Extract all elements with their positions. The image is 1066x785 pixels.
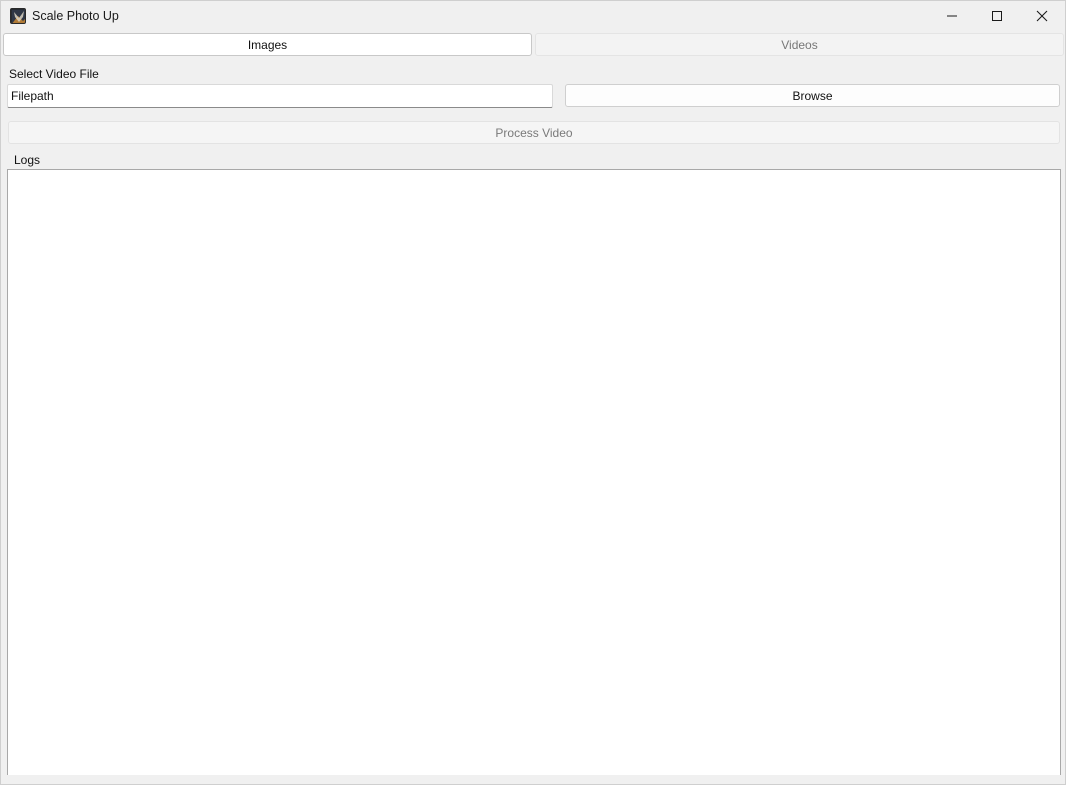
minimize-button[interactable] (929, 1, 975, 31)
browse-button[interactable]: Browse (565, 84, 1060, 107)
minimize-icon (947, 15, 957, 17)
tab-images[interactable]: Images (3, 33, 532, 56)
tab-videos-label: Videos (781, 37, 818, 52)
process-video-button-label: Process Video (495, 125, 573, 140)
filepath-input[interactable] (7, 84, 553, 108)
tab-images-label: Images (247, 37, 288, 52)
logs-label: Logs (14, 153, 41, 167)
close-button[interactable] (1019, 1, 1065, 31)
tab-videos[interactable]: Videos (535, 33, 1064, 56)
title-bar[interactable]: Scale Photo Up (1, 1, 1065, 31)
close-icon (1036, 10, 1048, 22)
browse-button-label: Browse (792, 88, 833, 103)
maximize-button[interactable] (974, 1, 1020, 31)
process-video-button[interactable]: Process Video (8, 121, 1060, 144)
logs-text-area[interactable] (7, 169, 1061, 775)
window-title: Scale Photo Up (32, 9, 119, 23)
select-video-file-label: Select Video File (9, 67, 99, 81)
app-photo-icon (10, 8, 26, 24)
maximize-icon (992, 11, 1002, 21)
app-window: Scale Photo Up Images Videos Select Vide… (0, 0, 1066, 785)
window-bottom-edge (1, 775, 1065, 784)
